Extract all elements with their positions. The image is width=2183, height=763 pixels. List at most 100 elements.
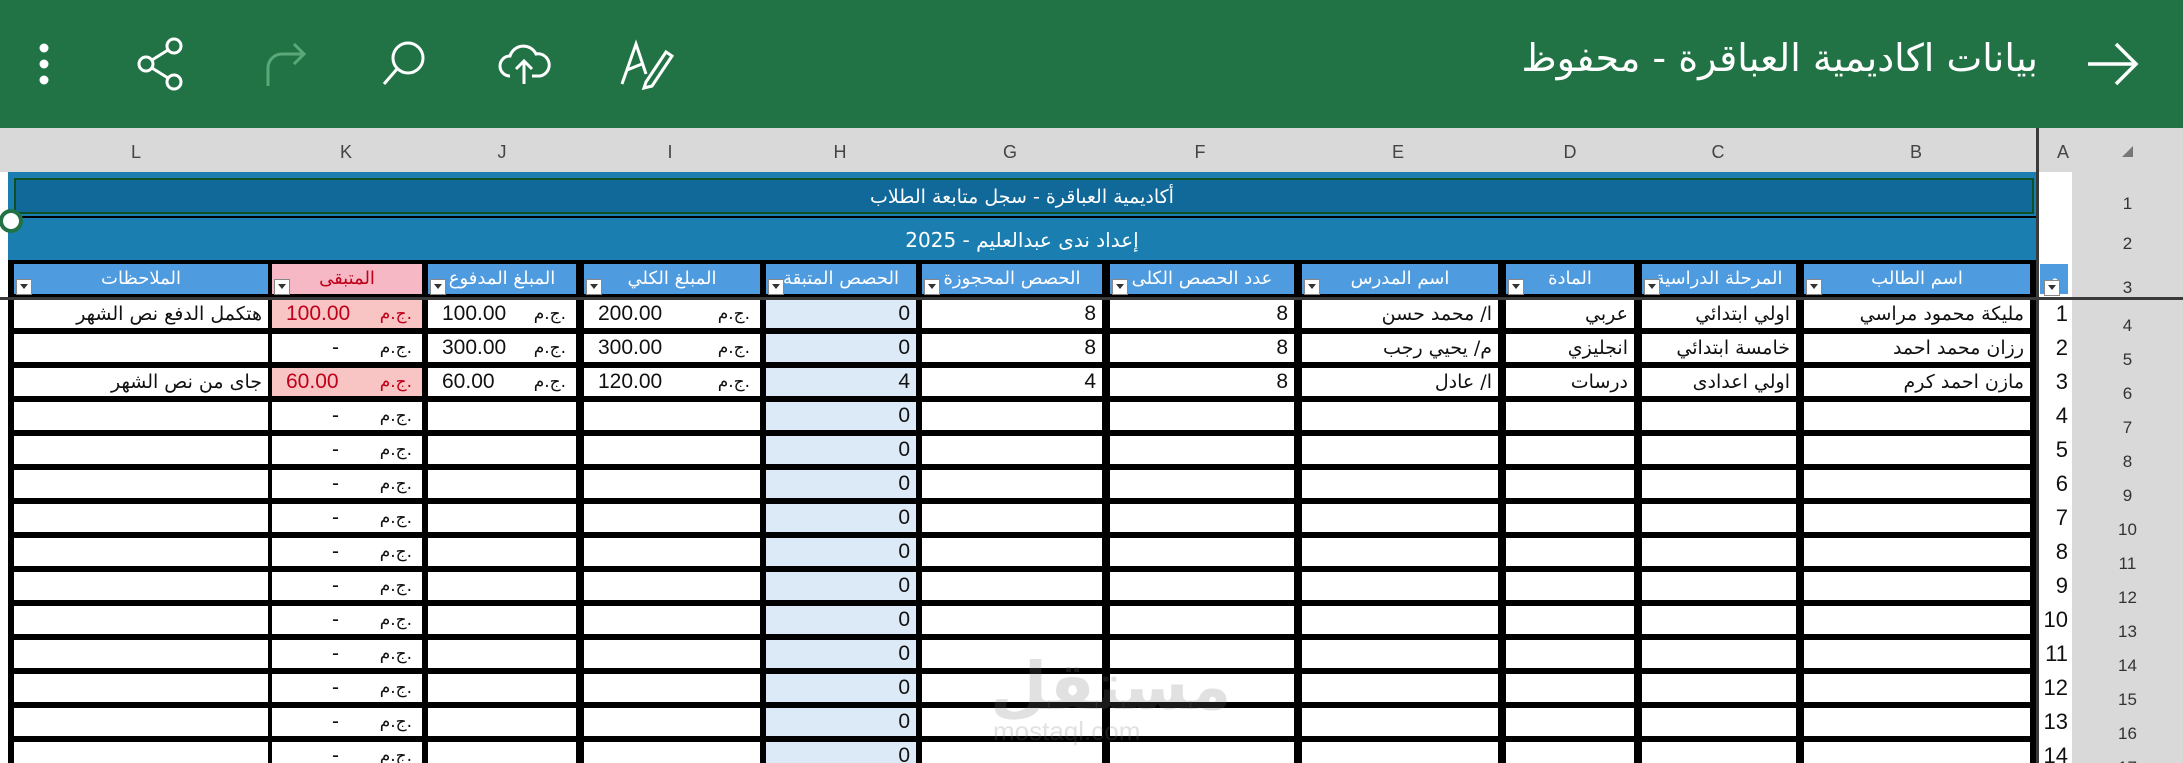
share-icon[interactable] [132, 34, 192, 94]
cell-stage[interactable]: اولي اعدادى [1642, 368, 1796, 396]
cell-paid[interactable] [428, 742, 576, 763]
header-stage[interactable]: المرحلة الدراسية [1642, 264, 1796, 294]
column-header-a[interactable]: A [2043, 128, 2083, 172]
cell-stage[interactable] [1642, 402, 1796, 430]
row-number-cell[interactable]: 3 [2040, 368, 2068, 396]
cell-remaining[interactable]: - ج.م. [272, 436, 422, 464]
cell-booked[interactable] [922, 504, 1102, 532]
cell-teacher[interactable]: ا/ محمد حسن [1302, 300, 1498, 328]
row-header[interactable]: 13 [2072, 622, 2183, 642]
cell-subject[interactable]: عربي [1506, 300, 1634, 328]
column-header-h[interactable]: H [820, 128, 860, 172]
column-header-e[interactable]: E [1378, 128, 1418, 172]
cell-booked[interactable] [922, 436, 1102, 464]
column-header-i[interactable]: I [650, 128, 690, 172]
filter-dropdown-icon[interactable] [274, 279, 290, 295]
cell-total-amount[interactable]: 200.00 ج.م. [584, 300, 760, 328]
redo-icon[interactable] [254, 34, 314, 94]
cell-paid[interactable] [428, 708, 576, 736]
row-number-cell[interactable]: 2 [2040, 334, 2068, 362]
more-vert-icon[interactable] [14, 34, 74, 94]
cell-total-amount[interactable]: 120.00 ج.م. [584, 368, 760, 396]
filter-dropdown-icon[interactable] [16, 279, 32, 295]
cell-total-amount[interactable] [584, 606, 760, 634]
cell-subject[interactable] [1506, 538, 1634, 566]
row-number-cell[interactable]: 11 [2040, 640, 2068, 668]
cell-student[interactable] [1804, 606, 2030, 634]
cell-teacher[interactable] [1302, 504, 1498, 532]
cell-remaining-sessions[interactable]: 0 [766, 572, 916, 600]
cell-remaining-sessions[interactable]: 0 [766, 708, 916, 736]
filter-dropdown-icon[interactable] [1806, 279, 1822, 295]
cell-subject[interactable] [1506, 606, 1634, 634]
cell-total-sessions[interactable]: 8 [1110, 300, 1294, 328]
cell-remaining[interactable]: - ج.م. [272, 470, 422, 498]
cell-total-amount[interactable] [584, 402, 760, 430]
column-header-j[interactable]: J [482, 128, 522, 172]
header-notes[interactable]: الملاحظات [14, 264, 268, 294]
cell-remaining[interactable]: - ج.م. [272, 708, 422, 736]
row-header[interactable]: 1 [2072, 194, 2183, 214]
cell-total-sessions[interactable] [1110, 538, 1294, 566]
column-header-l[interactable]: L [116, 128, 156, 172]
cloud-upload-icon[interactable] [494, 34, 554, 94]
cell-stage[interactable] [1642, 538, 1796, 566]
cell-stage[interactable] [1642, 504, 1796, 532]
cell-remaining-sessions[interactable]: 0 [766, 742, 916, 763]
cell-remaining-sessions[interactable]: 0 [766, 504, 916, 532]
cell-notes[interactable] [14, 572, 268, 600]
cell-subject[interactable] [1506, 436, 1634, 464]
header-remaining-sessions[interactable]: الحصص المتبقة [766, 264, 916, 294]
cell-paid[interactable] [428, 606, 576, 634]
cell-teacher[interactable] [1302, 470, 1498, 498]
cell-student[interactable] [1804, 436, 2030, 464]
cell-paid[interactable] [428, 402, 576, 430]
cell-stage[interactable]: اولي ابتدائي [1642, 300, 1796, 328]
cell-total-amount[interactable] [584, 708, 760, 736]
cell-remaining-sessions[interactable]: 0 [766, 334, 916, 362]
filter-dropdown-icon[interactable] [1644, 279, 1660, 295]
cell-remaining[interactable]: - ج.م. [272, 640, 422, 668]
cell-remaining-sessions[interactable]: 0 [766, 606, 916, 634]
filter-dropdown-icon[interactable] [1112, 279, 1128, 295]
cell-notes[interactable] [14, 470, 268, 498]
cell-total-amount[interactable] [584, 742, 760, 763]
row-number-cell[interactable]: 7 [2040, 504, 2068, 532]
cell-subject[interactable] [1506, 674, 1634, 702]
cell-booked[interactable] [922, 606, 1102, 634]
cell-total-sessions[interactable]: 8 [1110, 334, 1294, 362]
cell-booked[interactable] [922, 470, 1102, 498]
cell-paid[interactable] [428, 674, 576, 702]
cell-remaining[interactable]: 60.00 ج.م. [272, 368, 422, 396]
row-header[interactable]: 17 [2072, 758, 2183, 763]
cell-teacher[interactable] [1302, 708, 1498, 736]
cell-notes[interactable] [14, 708, 268, 736]
header-subject[interactable]: المادة [1506, 264, 1634, 294]
cell-booked[interactable] [922, 572, 1102, 600]
cell-remaining-sessions[interactable]: 4 [766, 368, 916, 396]
cell-remaining-sessions[interactable]: 0 [766, 538, 916, 566]
spreadsheet-grid[interactable]: L K J I H G F E D C B A أكاديمية العباقرة - سجل متا… [0, 128, 2183, 763]
row-header[interactable]: 14 [2072, 656, 2183, 676]
cell-paid[interactable] [428, 504, 576, 532]
cell-stage[interactable] [1642, 606, 1796, 634]
cell-student[interactable] [1804, 572, 2030, 600]
cell-total-sessions[interactable]: 8 [1110, 368, 1294, 396]
column-header-b[interactable]: B [1896, 128, 1936, 172]
cell-booked[interactable]: 4 [922, 368, 1102, 396]
cell-remaining-sessions[interactable]: 0 [766, 470, 916, 498]
cell-student[interactable] [1804, 504, 2030, 532]
cell-student[interactable] [1804, 470, 2030, 498]
cell-booked[interactable]: 8 [922, 300, 1102, 328]
cell-teacher[interactable] [1302, 606, 1498, 634]
cell-stage[interactable] [1642, 674, 1796, 702]
cell-notes[interactable] [14, 606, 268, 634]
header-teacher[interactable]: اسم المدرس [1302, 264, 1498, 294]
cell-student[interactable] [1804, 708, 2030, 736]
filter-dropdown-icon[interactable] [1304, 279, 1320, 295]
cell-paid[interactable] [428, 436, 576, 464]
row-header[interactable]: 6 [2072, 384, 2183, 404]
cell-remaining-sessions[interactable]: 0 [766, 674, 916, 702]
header-booked[interactable]: الحصص المحجوزة [922, 264, 1102, 294]
filter-dropdown-icon[interactable] [430, 279, 446, 295]
